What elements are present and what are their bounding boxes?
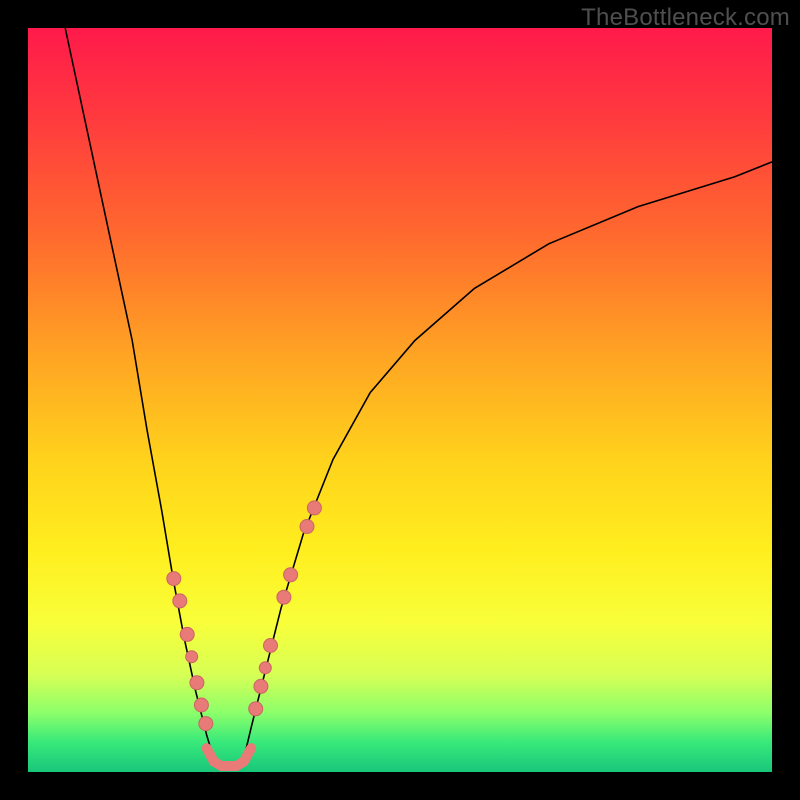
curve-right-branch — [242, 162, 772, 765]
chart-svg — [28, 28, 772, 772]
data-point — [190, 676, 204, 690]
data-point — [264, 639, 278, 653]
data-point — [180, 627, 194, 641]
data-point — [307, 501, 321, 515]
data-point — [259, 662, 271, 674]
optimum-band — [207, 748, 252, 766]
data-point — [186, 651, 198, 663]
data-point — [173, 594, 187, 608]
data-point — [284, 568, 298, 582]
outer-frame: TheBottleneck.com — [0, 0, 800, 800]
data-point — [249, 702, 263, 716]
data-point — [199, 717, 213, 731]
data-point — [194, 698, 208, 712]
data-point — [300, 520, 314, 534]
data-point — [254, 679, 268, 693]
data-point — [167, 572, 181, 586]
data-point — [277, 590, 291, 604]
